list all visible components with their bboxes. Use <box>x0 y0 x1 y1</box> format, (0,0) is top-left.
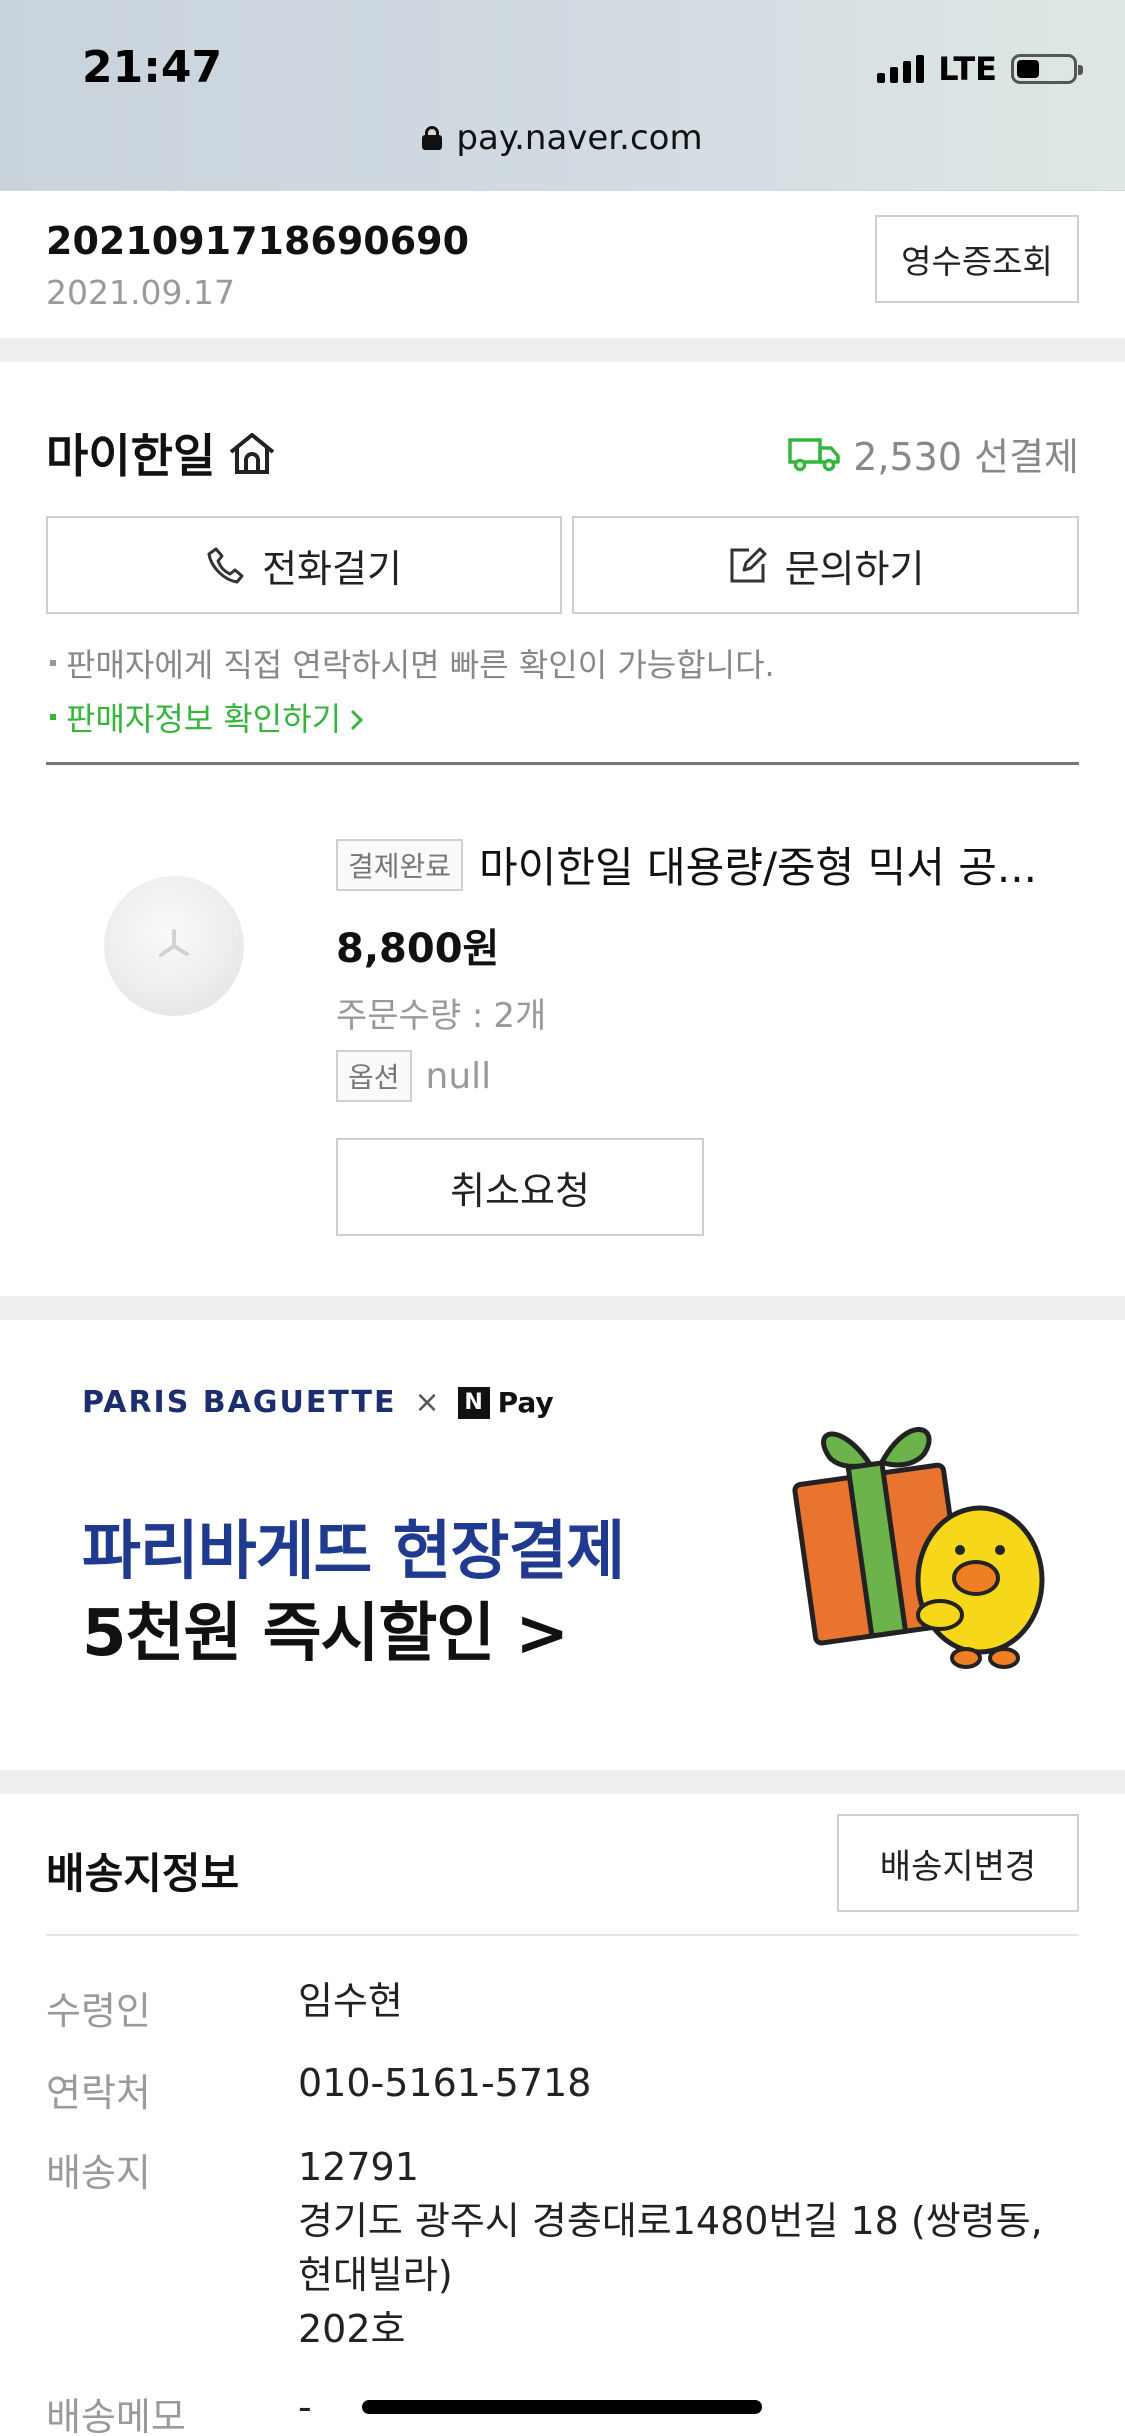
inquiry-label: 문의하기 <box>784 546 925 591</box>
contact-value: 010-5161-5718 <box>298 2061 592 2105</box>
contact-notice: 판매자에게 직접 연락하시면 빠른 확인이 가능합니다. <box>46 640 775 686</box>
status-indicators: LTE <box>877 50 1083 88</box>
contact-label: 연락처 <box>46 2071 151 2115</box>
quantity-label: 주문수량 : <box>336 996 484 1036</box>
shipping-fee: 2,530 선결제 <box>787 426 1079 481</box>
lock-icon <box>422 126 443 150</box>
order-quantity: 주문수량 : 2개 <box>336 988 546 1037</box>
section-divider <box>0 338 1125 362</box>
product-image <box>159 929 189 957</box>
address-value: 12791 경기도 광주시 경충대로1480번길 18 (쌍령동, 현대빌라) … <box>298 2140 1043 2356</box>
delivery-divider <box>46 1934 1079 1936</box>
chevron-right-icon <box>351 709 364 731</box>
section-divider <box>0 1770 1125 1794</box>
address-line-1: 경기도 광주시 경충대로1480번길 18 (쌍령동, <box>298 2199 1043 2243</box>
address-bar[interactable]: pay.naver.com <box>0 118 1125 158</box>
change-address-button[interactable]: 배송지변경 <box>837 1814 1079 1912</box>
signal-icon <box>877 55 925 83</box>
product-price: 8,800원 <box>336 926 500 972</box>
order-header: 2021091718690690 2021.09.17 영수증조회 <box>0 190 1125 338</box>
shipping-fee-text: 2,530 선결제 <box>853 435 1079 479</box>
section-divider <box>0 1296 1125 1320</box>
call-seller-button[interactable]: 전화걸기 <box>46 516 562 614</box>
inquiry-button[interactable]: 문의하기 <box>572 516 1079 614</box>
address-line-3: 202호 <box>298 2307 406 2351</box>
banner-brand-row: PARIS BAGUETTE × N Pay <box>82 1385 554 1420</box>
battery-icon <box>1011 54 1083 84</box>
sally-gift-illustration <box>792 1427 1045 1669</box>
brand-name: PARIS BAGUETTE <box>82 1385 397 1420</box>
delivery-title: 배송지정보 <box>46 1849 240 1898</box>
seller-name: 마이한일 <box>46 429 216 483</box>
banner-headline: 파리바게뜨 현장결제 <box>82 1515 625 1589</box>
browser-status-bar: 21:47 LTE pay.naver.com <box>0 0 1125 190</box>
seller-divider <box>46 762 1079 765</box>
receipt-button[interactable]: 영수증조회 <box>875 215 1079 303</box>
seller-name-link[interactable]: 마이한일 <box>46 420 277 486</box>
quantity-value: 2개 <box>493 996 547 1036</box>
promo-banner[interactable]: PARIS BAGUETTE × N Pay 파리바게뜨 현장결제 5천원 즉시… <box>0 1320 1125 1770</box>
truck-icon <box>788 437 840 471</box>
order-date: 2021.09.17 <box>46 273 235 312</box>
product-option: 옵션 null <box>336 1050 491 1102</box>
collab-x: × <box>414 1385 440 1420</box>
recipient-value: 임수현 <box>298 1979 403 2023</box>
recipient-label: 수령인 <box>46 1989 151 2033</box>
npay-logo: N Pay <box>457 1386 554 1419</box>
product-title: 마이한일 대용량/중형 믹서 공... <box>479 843 1037 892</box>
call-label: 전화걸기 <box>262 546 402 591</box>
address-label: 배송지 <box>46 2151 151 2195</box>
address-line-2: 현대빌라) <box>298 2253 453 2297</box>
store-home-icon <box>230 433 275 474</box>
phone-icon <box>207 547 244 584</box>
cancel-request-button[interactable]: 취소요청 <box>336 1138 704 1236</box>
banner-subline: 5천원 즉시할인 > <box>82 1597 569 1671</box>
npay-text: Pay <box>497 1386 554 1419</box>
edit-icon <box>730 547 767 583</box>
home-indicator[interactable] <box>362 2400 762 2414</box>
npay-mark: N <box>457 1386 490 1419</box>
option-value: null <box>425 1055 492 1097</box>
payment-status-badge: 결제완료 <box>336 838 464 891</box>
order-number: 2021091718690690 <box>46 219 470 263</box>
status-time: 21:47 <box>82 42 223 93</box>
network-label: LTE <box>938 50 997 88</box>
product-thumbnail[interactable] <box>104 876 244 1016</box>
seller-info-link-text: 판매자정보 확인하기 <box>66 700 342 738</box>
url-text: pay.naver.com <box>456 118 703 158</box>
contact-notice-text: 판매자에게 직접 연락하시면 빠른 확인이 가능합니다. <box>66 646 775 684</box>
option-badge: 옵션 <box>336 1050 412 1102</box>
product-title-row[interactable]: 결제완료 마이한일 대용량/중형 믹서 공... <box>336 834 1086 895</box>
address-zipcode: 12791 <box>298 2145 419 2189</box>
memo-value: - <box>298 2385 312 2429</box>
seller-info-link[interactable]: 판매자정보 확인하기 <box>46 694 367 740</box>
memo-label: 배송메모 <box>46 2395 186 2436</box>
